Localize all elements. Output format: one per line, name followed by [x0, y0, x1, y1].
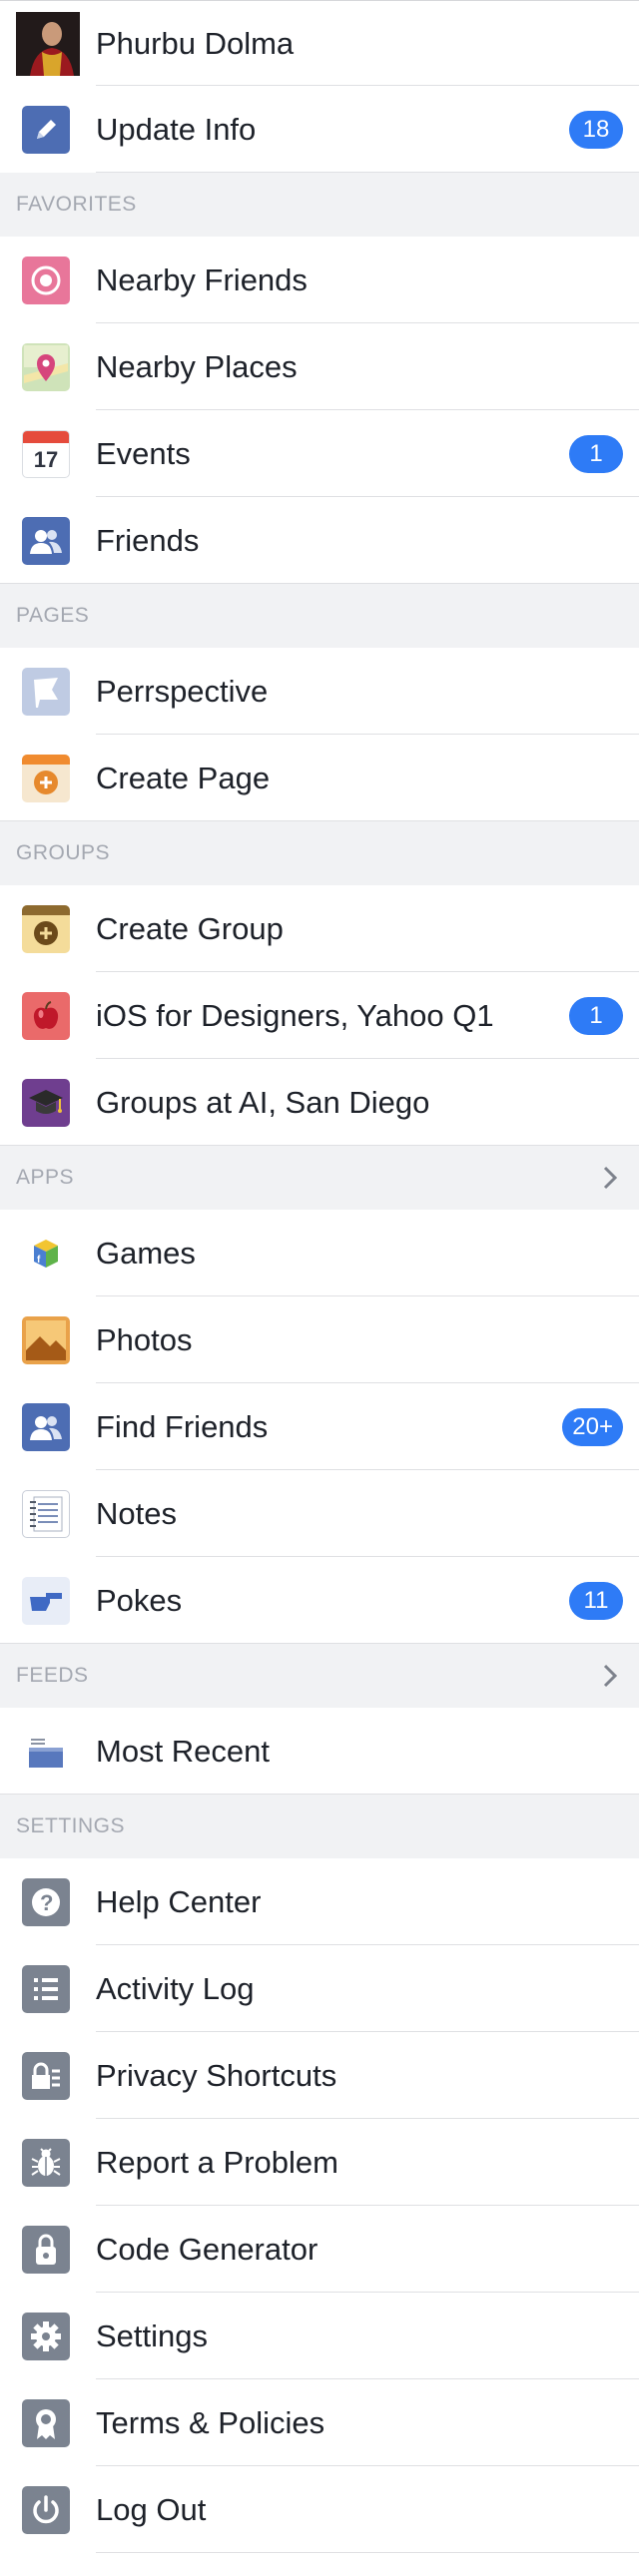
chevron-right-icon	[603, 1166, 618, 1190]
badge-icon	[22, 2398, 70, 2447]
menu-item-label: Games	[96, 1235, 196, 1271]
calendar-icon: 17	[22, 429, 70, 478]
menu-item-label: Create Group	[96, 910, 284, 946]
menu-item-activity-log[interactable]: Activity Log	[0, 1945, 639, 2032]
create-group-icon	[22, 904, 70, 953]
menu-item-find-friends[interactable]: Find Friends 20+	[0, 1383, 639, 1470]
menu-item-label: Terms & Policies	[96, 2404, 325, 2440]
menu-item-label: Most Recent	[96, 1733, 271, 1769]
pokes-badge: 11	[569, 1581, 623, 1620]
menu-item-label: Log Out	[96, 2491, 207, 2527]
menu-item-most-recent[interactable]: Most Recent	[0, 1708, 639, 1795]
menu-item-events[interactable]: 17 Events 1	[0, 410, 639, 497]
section-title: APPS	[16, 1166, 75, 1189]
lock-icon	[22, 2051, 70, 2100]
bug-icon	[22, 2138, 70, 2187]
find-friends-icon	[22, 1402, 70, 1451]
menu-item-label: Perrspective	[96, 673, 269, 709]
menu-item-photos[interactable]: Photos	[0, 1296, 639, 1383]
graduation-cap-icon	[22, 1078, 70, 1127]
menu-item-label: Pokes	[96, 1582, 183, 1618]
menu-item-label: Nearby Friends	[96, 261, 308, 297]
menu-item-code-generator[interactable]: Code Generator	[0, 2206, 639, 2293]
news-feed-icon	[22, 1727, 70, 1776]
section-title: GROUPS	[16, 841, 111, 864]
menu-item-label: Nearby Places	[96, 348, 298, 384]
menu-item-label: Photos	[96, 1321, 193, 1357]
menu-item-report-problem[interactable]: Report a Problem	[0, 2119, 639, 2206]
create-page-icon	[22, 754, 70, 802]
chevron-right-icon	[603, 1664, 618, 1688]
apple-icon	[22, 991, 70, 1040]
menu-item-label: Find Friends	[96, 1408, 269, 1444]
photos-icon	[22, 1315, 70, 1364]
map-pin-icon	[22, 342, 70, 391]
menu-item-label: Events	[96, 435, 191, 471]
menu-item-create-page[interactable]: Create Page	[0, 735, 639, 821]
flag-icon	[22, 667, 70, 716]
find-friends-badge: 20+	[562, 1407, 623, 1446]
update-info-row[interactable]: Update Info 18	[0, 86, 639, 173]
section-title: FAVORITES	[16, 193, 137, 216]
menu-item-notes[interactable]: Notes	[0, 1470, 639, 1557]
menu-item-label: Notes	[96, 1495, 177, 1531]
section-pages: PAGES	[0, 584, 639, 648]
section-groups: GROUPS	[0, 821, 639, 885]
section-apps[interactable]: APPS	[0, 1146, 639, 1210]
menu-item-settings[interactable]: Settings	[0, 2293, 639, 2379]
update-info-label: Update Info	[96, 111, 257, 147]
menu-item-label: Report a Problem	[96, 2144, 338, 2180]
menu-item-games[interactable]: f Games	[0, 1210, 639, 1296]
menu-item-label: Activity Log	[96, 1970, 255, 2006]
pencil-icon	[22, 105, 70, 154]
section-title: PAGES	[16, 604, 90, 627]
menu-item-log-out[interactable]: Log Out	[0, 2466, 639, 2553]
gear-icon	[22, 2312, 70, 2360]
nearby-friends-icon	[22, 256, 70, 304]
menu-item-nearby-friends[interactable]: Nearby Friends	[0, 237, 639, 323]
svg-text:?: ?	[40, 1890, 53, 1915]
update-info-badge: 18	[569, 110, 623, 149]
friends-icon	[22, 516, 70, 565]
power-icon	[22, 2485, 70, 2534]
events-badge: 1	[569, 434, 623, 473]
avatar	[16, 11, 80, 76]
help-icon: ?	[22, 1877, 70, 1926]
profile-name: Phurbu Dolma	[96, 25, 295, 61]
group-badge: 1	[569, 996, 623, 1035]
menu-item-friends[interactable]: Friends	[0, 497, 639, 584]
section-favorites: FAVORITES	[0, 173, 639, 237]
menu-item-terms-policies[interactable]: Terms & Policies	[0, 2379, 639, 2466]
menu-item-pokes[interactable]: Pokes 11	[0, 1557, 639, 1644]
list-icon	[22, 1964, 70, 2013]
menu-item-label: Groups at AI, San Diego	[96, 1084, 430, 1120]
menu-item-label: Create Page	[96, 760, 271, 795]
menu-item-perrspective[interactable]: Perrspective	[0, 648, 639, 735]
section-settings: SETTINGS	[0, 1795, 639, 1858]
menu-item-label: Friends	[96, 522, 200, 558]
code-generator-icon	[22, 2225, 70, 2274]
menu-item-ios-for-designers[interactable]: iOS for Designers, Yahoo Q1 1	[0, 972, 639, 1059]
menu-item-label: Help Center	[96, 1883, 262, 1919]
calendar-day: 17	[33, 446, 59, 472]
poke-icon	[22, 1576, 70, 1625]
side-menu: Phurbu Dolma Update Info 18 FAVORITES Ne…	[0, 0, 639, 2553]
menu-item-create-group[interactable]: Create Group	[0, 885, 639, 972]
profile-row[interactable]: Phurbu Dolma	[0, 1, 639, 86]
section-feeds[interactable]: FEEDS	[0, 1644, 639, 1708]
menu-item-groups-at-ai[interactable]: Groups at AI, San Diego	[0, 1059, 639, 1146]
section-title: SETTINGS	[16, 1814, 126, 1837]
menu-item-label: Privacy Shortcuts	[96, 2057, 337, 2093]
games-icon: f	[22, 1229, 70, 1278]
menu-item-nearby-places[interactable]: Nearby Places	[0, 323, 639, 410]
notes-icon	[22, 1489, 70, 1538]
menu-item-help-center[interactable]: ? Help Center	[0, 1858, 639, 1945]
menu-item-label: iOS for Designers, Yahoo Q1	[96, 997, 494, 1033]
menu-item-label: Code Generator	[96, 2231, 319, 2267]
section-title: FEEDS	[16, 1664, 89, 1687]
menu-item-privacy-shortcuts[interactable]: Privacy Shortcuts	[0, 2032, 639, 2119]
menu-item-label: Settings	[96, 2318, 209, 2353]
